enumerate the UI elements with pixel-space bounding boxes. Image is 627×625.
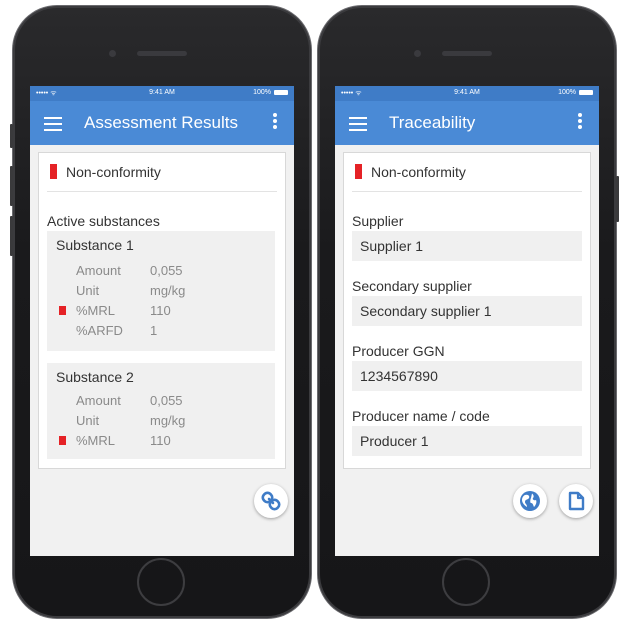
volume-down-button [10,216,13,256]
secondary-supplier-value: Secondary supplier 1 [360,303,492,319]
producer-name-value: Producer 1 [360,433,429,449]
document-icon [568,491,585,511]
battery-percent: 100% [558,89,576,96]
unit-value: mg/kg [150,283,186,298]
content-area: Non-conformity Supplier Supplier 1 Secon… [335,145,599,556]
mrl-key: %MRL [76,303,116,318]
mrl-value: 110 [150,303,171,318]
producer-name-field[interactable]: Producer 1 [352,426,582,456]
front-camera [414,50,421,57]
assessment-card: Non-conformity Active substances Substan… [38,152,286,469]
active-substances-label: Active substances [47,213,160,229]
more-options-icon[interactable] [273,113,277,131]
unit-key: Unit [76,283,100,298]
supplier-label: Supplier [352,213,404,229]
arfd-value: 1 [150,323,158,338]
status-battery: 100% [558,89,593,96]
hamburger-menu-icon[interactable] [349,117,367,131]
phone-left: ••••• ᯤ 9:41 AM 100% Assessment Results … [10,6,311,618]
home-button[interactable] [137,558,185,606]
document-button[interactable] [559,484,593,518]
battery-icon [579,90,593,95]
app-bar: Traceability [335,101,599,145]
home-button[interactable] [442,558,490,606]
nonconformity-row: Non-conformity [352,153,582,192]
battery-percent: 100% [253,89,271,96]
status-battery: 100% [253,89,288,96]
volume-up-button [10,166,13,206]
secondary-supplier-field[interactable]: Secondary supplier 1 [352,296,582,326]
mrl-key: %MRL [76,433,116,448]
amount-value: 0,055 [150,263,183,278]
mrl-value: 110 [150,433,171,448]
substance-card[interactable]: Substance 2 Amount 0,055 Unit mg/kg %MRL… [47,363,275,459]
traceability-card: Non-conformity Supplier Supplier 1 Secon… [343,152,591,469]
nonconformity-row: Non-conformity [47,153,277,192]
earpiece-speaker [137,51,187,56]
nonconformity-label: Non-conformity [66,164,161,180]
app-bar: Assessment Results [30,101,294,145]
front-camera [109,50,116,57]
battery-icon [274,90,288,95]
mrl-flag-icon [59,306,66,315]
nonconformity-label: Non-conformity [371,164,466,180]
arfd-key: %ARFD [76,323,123,338]
nonconformity-flag-icon [355,164,362,179]
nonconformity-flag-icon [50,164,57,179]
substance-card[interactable]: Substance 1 Amount 0,055 Unit mg/kg %MRL… [47,231,275,351]
phone-right: ••••• ᯤ 9:41 AM 100% Traceability Non-co… [318,6,619,618]
globe-icon [520,491,540,511]
supplier-field[interactable]: Supplier 1 [352,231,582,261]
power-button [616,176,619,222]
amount-value: 0,055 [150,393,183,408]
mute-switch [10,124,13,148]
supplier-value: Supplier 1 [360,238,424,254]
link-icon [261,491,281,511]
producer-ggn-label: Producer GGN [352,343,445,359]
secondary-supplier-label: Secondary supplier [352,278,472,294]
globe-button[interactable] [513,484,547,518]
link-button[interactable] [254,484,288,518]
status-bar: ••••• ᯤ 9:41 AM 100% [335,86,599,101]
producer-ggn-field[interactable]: 1234567890 [352,361,582,391]
amount-key: Amount [76,393,121,408]
substance-name: Substance 2 [56,369,134,385]
producer-name-label: Producer name / code [352,408,490,424]
page-title: Assessment Results [84,113,238,132]
mrl-flag-icon [59,436,66,445]
unit-key: Unit [76,413,100,428]
amount-key: Amount [76,263,121,278]
substance-name: Substance 1 [56,237,134,253]
screen-traceability: ••••• ᯤ 9:41 AM 100% Traceability Non-co… [335,86,599,556]
hamburger-menu-icon[interactable] [44,117,62,131]
status-bar: ••••• ᯤ 9:41 AM 100% [30,86,294,101]
producer-ggn-value: 1234567890 [360,368,438,384]
more-options-icon[interactable] [578,113,582,131]
page-title: Traceability [389,113,476,132]
screen-assessment: ••••• ᯤ 9:41 AM 100% Assessment Results … [30,86,294,556]
content-area: Non-conformity Active substances Substan… [30,145,294,556]
earpiece-speaker [442,51,492,56]
unit-value: mg/kg [150,413,186,428]
